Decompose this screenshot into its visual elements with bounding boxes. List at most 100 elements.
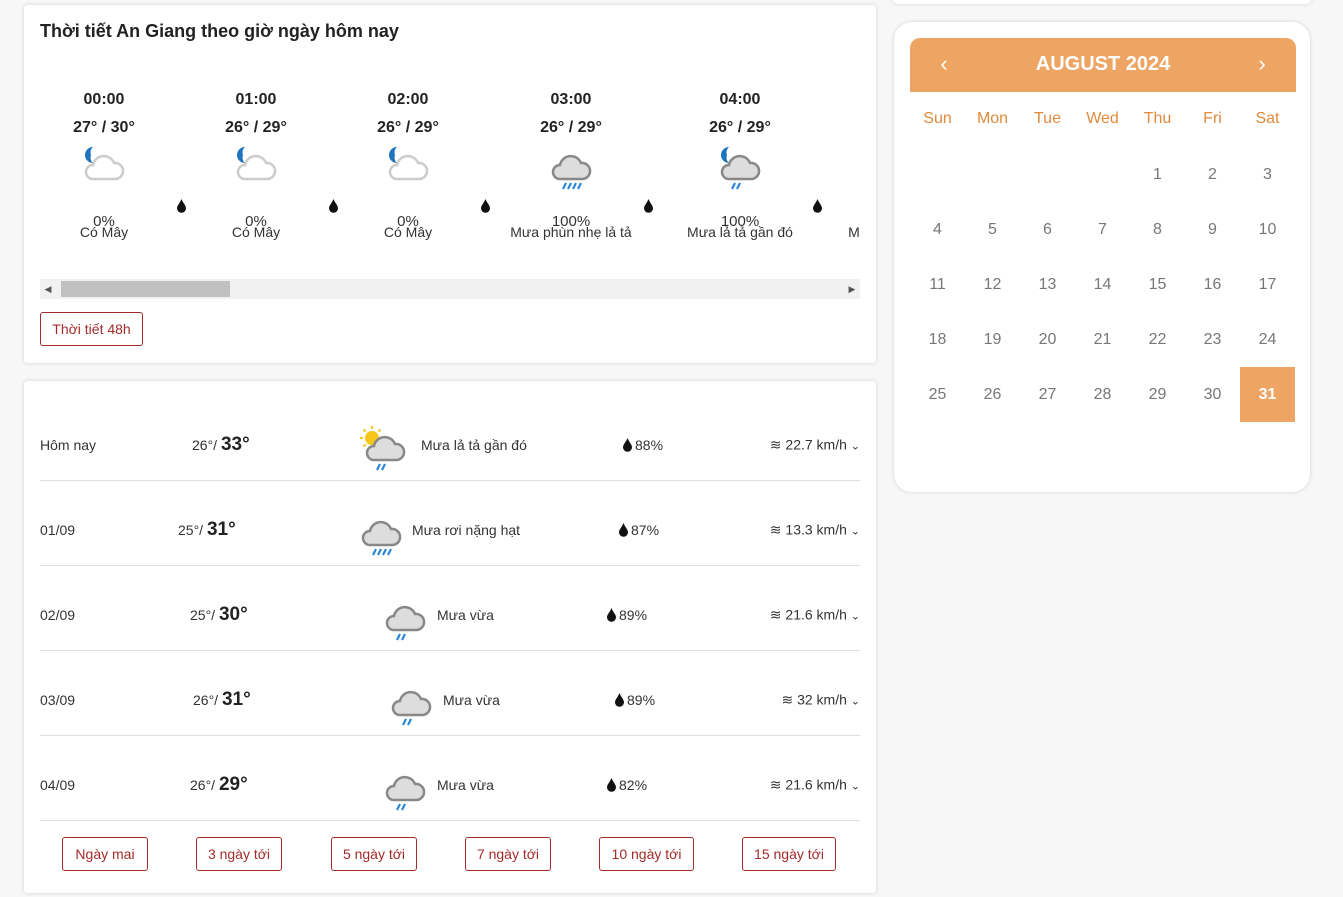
calendar-day[interactable]: 21	[1075, 312, 1130, 367]
heavy-rain-cloud-icon	[361, 520, 402, 556]
row-high: 29°	[218, 774, 248, 795]
calendar-day[interactable]: 26	[965, 367, 1020, 422]
row-wind-speed: 13.3 km/h	[785, 521, 847, 538]
forecast-range-button[interactable]: 5 ngày tới	[331, 837, 417, 871]
weekday-label: Wed	[1086, 110, 1119, 127]
forecast-range-button[interactable]: 15 ngày tới	[742, 837, 836, 871]
calendar-day[interactable]: 5	[965, 202, 1020, 257]
calendar-day[interactable]: 23	[1185, 312, 1240, 367]
calendar-day[interactable]: 15	[1130, 257, 1185, 312]
weekday-label: Tue	[1034, 110, 1061, 127]
moon-cloud-icon	[388, 147, 429, 181]
daily-row[interactable]: Hôm nay 26°/ 33° Mưa lả tả gần đó 88% ≋ …	[40, 396, 860, 481]
calendar-day[interactable]: 14	[1075, 257, 1130, 312]
calendar-day[interactable]: 29	[1130, 367, 1185, 422]
row-date: 01/09	[40, 522, 76, 538]
sun-rain-cloud-icon	[360, 426, 406, 471]
calendar-day[interactable]: 9	[1185, 202, 1240, 257]
hour-temp: 26° / 29°	[225, 119, 287, 136]
row-temp: 26°/ 33°	[192, 434, 250, 455]
row-low: 26°	[192, 437, 214, 453]
row-desc: Mưa rơi nặng hạt	[412, 522, 521, 538]
chevron-down-icon[interactable]: ⌄	[851, 611, 860, 623]
calendar-day[interactable]: 18	[910, 312, 965, 367]
row-low: 26°	[193, 692, 215, 708]
weather-48h-button[interactable]: Thời tiết 48h	[40, 312, 143, 346]
forecast-range-button[interactable]: 7 ngày tới	[465, 837, 551, 871]
row-wind: ≋ 22.7 km/h ⌄	[770, 437, 860, 454]
forecast-range-button[interactable]: Ngày mai	[62, 837, 148, 871]
top-card-stub	[892, 0, 1312, 4]
droplet-icon	[615, 693, 624, 707]
forecast-range-button[interactable]: 10 ngày tới	[599, 837, 694, 871]
moon-cloud-icon	[84, 147, 125, 181]
row-temp: 25°/ 31°	[178, 519, 236, 540]
chevron-down-icon[interactable]: ⌄	[851, 441, 860, 453]
row-high: 31°	[221, 689, 251, 710]
row-date: 03/09	[40, 692, 76, 708]
daily-row[interactable]: 03/09 26°/ 31° Mưa vừa 89% ≋ 32 km/h ⌄	[40, 651, 860, 736]
calendar-day[interactable]: 24	[1240, 312, 1295, 367]
horizontal-scrollbar[interactable]: ◀ ▶	[40, 279, 860, 299]
wind-icon: ≋	[769, 521, 782, 538]
calendar-day[interactable]: 11	[910, 257, 965, 312]
daily-row[interactable]: 04/09 26°/ 29° Mưa vừa 82% ≋ 21.6 km/h ⌄	[40, 736, 860, 821]
calendar-day[interactable]: 4	[910, 202, 965, 257]
row-desc: Mưa vừa	[443, 692, 500, 708]
calendar-day[interactable]: 20	[1020, 312, 1075, 367]
wind-icon: ≋	[769, 436, 782, 453]
hour-desc: Có Mây	[79, 224, 129, 240]
row-date: Hôm nay	[40, 437, 97, 453]
scroll-left-icon[interactable]: ◀	[40, 279, 56, 299]
wind-icon: ≋	[769, 776, 782, 793]
calendar-day[interactable]: 22	[1130, 312, 1185, 367]
scroll-right-icon[interactable]: ▶	[844, 279, 860, 299]
hourly-forecast-card: Thời tiết An Giang theo giờ ngày hôm nay…	[24, 5, 876, 363]
calendar-day[interactable]: 19	[965, 312, 1020, 367]
row-humidity: 89%	[627, 692, 656, 708]
scrollbar-thumb[interactable]	[61, 281, 230, 297]
row-humidity: 87%	[631, 522, 660, 538]
row-wind: ≋ 21.6 km/h ⌄	[770, 607, 860, 624]
calendar-day[interactable]: 3	[1240, 147, 1295, 202]
calendar-day[interactable]: 13	[1020, 257, 1075, 312]
moon-rain-cloud-icon	[720, 147, 761, 190]
calendar-day[interactable]: 17	[1240, 257, 1295, 312]
chevron-down-icon[interactable]: ⌄	[851, 526, 860, 538]
chevron-down-icon[interactable]: ⌄	[851, 781, 860, 793]
row-wind-speed: 22.7 km/h	[785, 436, 847, 453]
daily-row[interactable]: 01/09 25°/ 31° Mưa rơi nặng hạt 87% ≋ 13…	[40, 481, 860, 566]
wind-icon: ≋	[781, 691, 794, 708]
calendar-day[interactable]: 2	[1185, 147, 1240, 202]
calendar-day[interactable]: 16	[1185, 257, 1240, 312]
calendar-day[interactable]: 8	[1130, 202, 1185, 257]
row-temp: 25°/ 30°	[190, 604, 248, 625]
wind-icon: ≋	[769, 606, 782, 623]
hour-time: 00:00	[83, 91, 125, 108]
hour-temp: 26° / 29°	[540, 119, 602, 136]
row-high: 30°	[218, 604, 248, 625]
calendar-day[interactable]: 28	[1075, 367, 1130, 422]
hour-time: 01:00	[235, 91, 277, 108]
calendar-day[interactable]: 25	[910, 367, 965, 422]
calendar-title: AUGUST 2024	[1035, 53, 1171, 75]
chevron-right-icon[interactable]: ›	[1242, 38, 1282, 90]
calendar-day[interactable]: 12	[965, 257, 1020, 312]
calendar-day[interactable]: 10	[1240, 202, 1295, 257]
chevron-left-icon[interactable]: ‹	[924, 38, 964, 90]
calendar-day[interactable]: 30	[1185, 367, 1240, 422]
moon-cloud-icon	[236, 147, 277, 181]
daily-row[interactable]: 02/09 25°/ 30° Mưa vừa 89% ≋ 21.6 km/h ⌄	[40, 566, 860, 651]
row-date: 02/09	[40, 607, 76, 623]
calendar-day[interactable]: 31	[1240, 367, 1295, 422]
row-humidity: 82%	[619, 777, 648, 793]
daily-forecast-card: Hôm nay 26°/ 33° Mưa lả tả gần đó 88% ≋ …	[24, 381, 876, 893]
hourly-item: 02:00 26° / 29° 0% Có Mây	[323, 91, 493, 240]
calendar-day[interactable]: 27	[1020, 367, 1075, 422]
calendar-day[interactable]: 7	[1075, 202, 1130, 257]
row-wind-speed: 21.6 km/h	[785, 776, 847, 793]
forecast-range-button[interactable]: 3 ngày tới	[196, 837, 282, 871]
calendar-day[interactable]: 1	[1130, 147, 1185, 202]
chevron-down-icon[interactable]: ⌄	[851, 696, 860, 708]
calendar-day[interactable]: 6	[1020, 202, 1075, 257]
